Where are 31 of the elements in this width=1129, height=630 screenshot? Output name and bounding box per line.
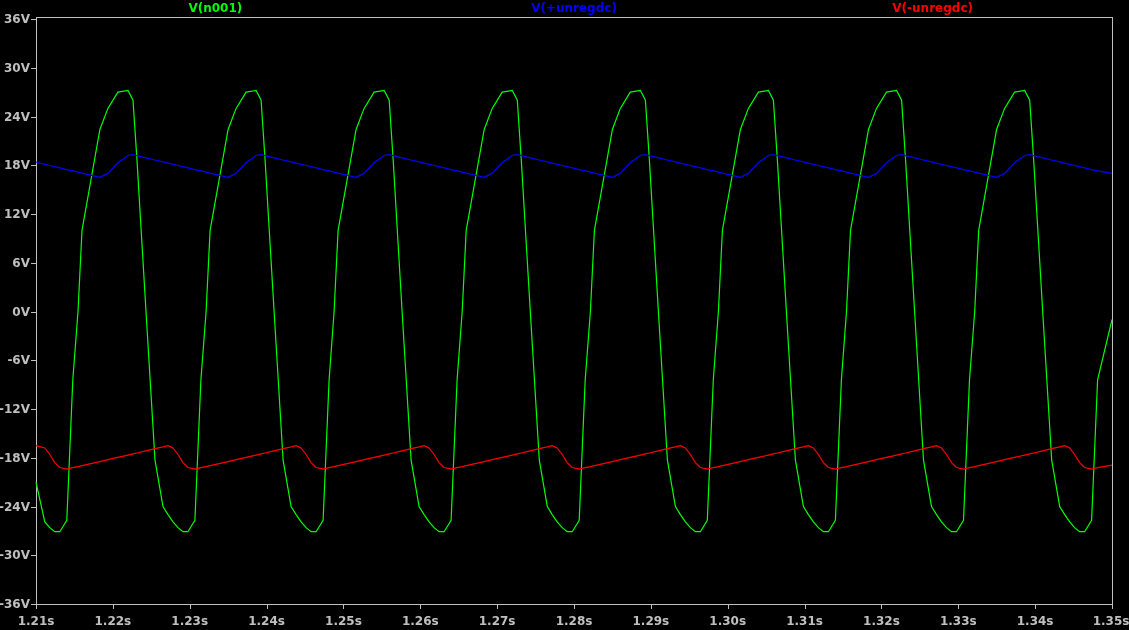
y-tick-label: -18V [0,450,30,465]
y-tick-label: -12V [0,402,30,416]
x-tick-label: 1.22s [94,614,132,628]
x-tick-label: 1.34s [1016,614,1054,628]
y-tick-label: -6V [7,353,30,368]
y-tick-label: 36V [4,12,30,26]
x-tick-label: 1.23s [171,614,209,628]
legend-label: V(n001) [188,1,243,15]
y-tick-label: 0V [12,304,30,319]
x-tick-label: 1.32s [863,614,900,628]
x-tick-label: 1.28s [555,614,593,628]
y-tick-label: 12V [4,207,30,221]
legend-label: V(-unregdc) [892,1,973,15]
x-tick-label: 1.30s [709,614,747,628]
x-tick-label: 1.29s [632,614,670,628]
y-tick-label: 24V [4,109,30,124]
y-tick-label: 18V [4,158,30,173]
x-tick-label: 1.27s [478,614,516,628]
x-tick-label: 1.24s [248,614,285,628]
x-tick-label: 1.33s [939,614,977,628]
legend-label: V(+unregdc) [531,1,617,15]
x-tick-label: 1.31s [786,614,823,628]
x-tick-label: 1.35s [1092,614,1129,628]
x-tick-label: 1.26s [401,614,439,628]
y-tick-label: -36V [0,597,30,611]
y-tick-label: -30V [0,548,30,563]
y-tick-label: -24V [0,499,30,514]
x-tick-label: 1.25s [325,614,362,628]
y-tick-label: 30V [4,60,30,75]
y-tick-label: 6V [12,255,30,270]
x-tick-label: 1.21s [17,614,55,628]
